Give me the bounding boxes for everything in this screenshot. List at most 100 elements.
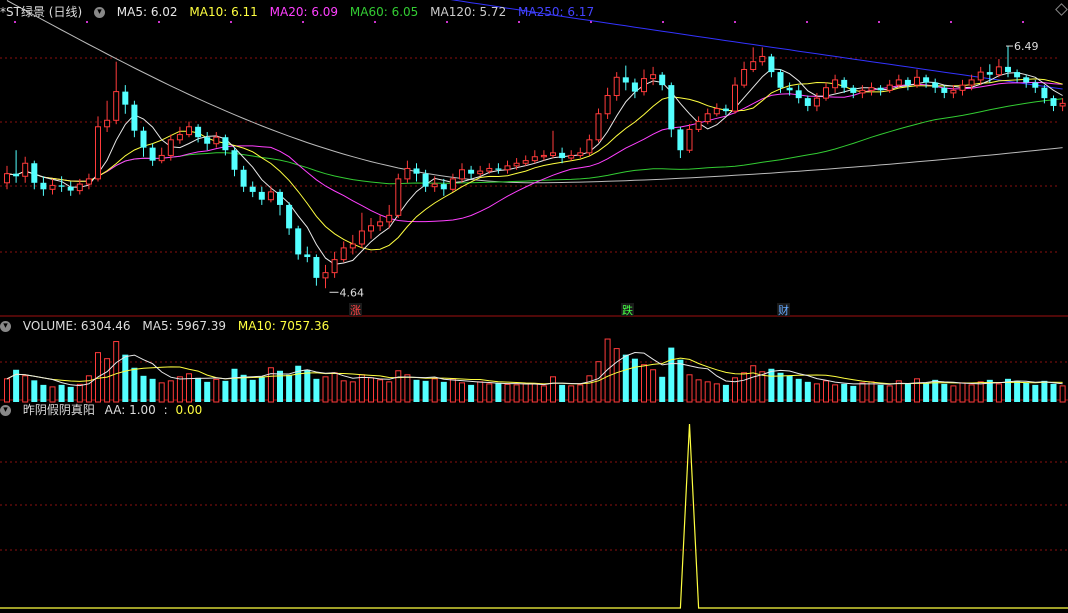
volume-bar xyxy=(1041,380,1048,402)
candle-body xyxy=(531,156,538,162)
candle-body xyxy=(486,167,493,172)
candle-body xyxy=(231,150,238,170)
candle-body xyxy=(577,152,584,156)
candle-body xyxy=(422,173,429,187)
candle-body xyxy=(358,230,365,245)
top-dot xyxy=(86,21,88,23)
volume-bar xyxy=(4,378,10,403)
volume-bar xyxy=(1014,380,1021,402)
candle-body xyxy=(895,79,902,86)
volume-bar xyxy=(659,376,666,402)
ma60-label: MA60: 6.05 xyxy=(349,5,419,19)
indicator-name[interactable]: 昨阴假阴真阳 xyxy=(23,403,95,417)
candle-body xyxy=(158,154,165,162)
volume-bar xyxy=(76,383,83,403)
top-dot xyxy=(302,21,304,23)
kline-chart[interactable]: 6.49 4.64 涨 跌 财 xyxy=(0,0,1068,613)
volume-bar xyxy=(131,367,138,402)
candle-body xyxy=(4,173,10,184)
volume-bar xyxy=(795,378,802,402)
candle-body xyxy=(750,61,757,70)
volume-bar xyxy=(504,383,511,403)
candle-body xyxy=(732,84,738,112)
volume-bar xyxy=(249,379,256,402)
volume-bar xyxy=(904,383,911,402)
top-dot xyxy=(662,21,664,23)
candle-body xyxy=(659,74,666,86)
volume-bar xyxy=(914,378,920,403)
candle-body xyxy=(795,90,802,99)
top-dot xyxy=(1022,21,1024,23)
ma250-label: MA250: 6.17 xyxy=(518,5,595,19)
ma120-label: MA120: 5.72 xyxy=(430,5,507,19)
volume-bar xyxy=(859,382,866,403)
candle-body xyxy=(722,108,729,112)
volume-bar xyxy=(158,382,165,403)
volume-bar xyxy=(823,380,829,403)
chevron-down-icon[interactable]: ▾ xyxy=(0,405,11,416)
candle-body xyxy=(31,163,38,183)
volume-bar xyxy=(440,381,447,402)
volume-bar xyxy=(231,368,238,402)
volume-bar xyxy=(449,378,456,403)
ma5-line xyxy=(6,68,1063,265)
candle-body xyxy=(204,137,211,144)
candle-body xyxy=(1050,98,1057,106)
candle-body xyxy=(186,126,192,136)
candle-body xyxy=(768,56,775,73)
volume-bar xyxy=(58,384,65,402)
candle-body xyxy=(622,77,629,83)
candle-body xyxy=(650,74,657,80)
volume-bar xyxy=(1023,382,1030,402)
volume-bar xyxy=(377,379,384,403)
candle-body xyxy=(550,152,556,156)
volume-bar xyxy=(195,377,202,402)
candle-body xyxy=(677,129,684,151)
candle-body xyxy=(413,168,420,174)
volume-bar xyxy=(777,372,784,402)
volume-bar xyxy=(950,385,957,403)
volume-bar xyxy=(304,369,311,402)
volume-bar xyxy=(759,371,766,403)
volume-bar xyxy=(258,376,265,402)
volume-bar xyxy=(22,375,29,403)
candle-body xyxy=(504,165,511,171)
candle-body xyxy=(377,221,384,227)
chevron-down-icon[interactable]: ▾ xyxy=(0,321,11,332)
volume-bar xyxy=(486,383,493,403)
chevron-down-icon[interactable]: ▾ xyxy=(93,7,105,18)
candle-body xyxy=(695,121,702,130)
volume-bar xyxy=(67,386,74,402)
volume-bar xyxy=(977,381,984,403)
volume-bar xyxy=(395,370,402,403)
candle-body xyxy=(1023,77,1030,83)
volume-bar xyxy=(459,382,465,403)
volume-bar xyxy=(686,374,693,403)
stock-title[interactable]: *ST绿景 (日线) xyxy=(0,5,82,19)
volume-bar xyxy=(349,381,356,403)
candle-body xyxy=(477,170,484,175)
volume-bar xyxy=(677,359,684,402)
candle-body xyxy=(40,182,47,190)
candle-body xyxy=(941,87,948,93)
volume-bar xyxy=(850,385,857,402)
volume-bar xyxy=(813,383,820,403)
candle-body xyxy=(968,79,975,86)
candle-body xyxy=(923,77,930,83)
volume-bar xyxy=(641,364,647,403)
aa-value: 0.00 xyxy=(175,403,203,417)
volume-bar xyxy=(968,384,975,403)
candle-body xyxy=(404,167,411,180)
top-dot xyxy=(950,21,952,23)
candle-body xyxy=(704,113,711,123)
volume-bar xyxy=(741,372,748,403)
volume-bar xyxy=(713,383,720,403)
candle-body xyxy=(868,87,875,91)
volume-bar xyxy=(522,383,529,403)
volume-bar xyxy=(49,386,56,403)
volume-bar xyxy=(941,383,948,402)
volume-panel-header: ▾ VOLUME: 6304.46 MA5: 5967.39 MA10: 705… xyxy=(0,318,337,334)
candle-body xyxy=(1014,72,1021,78)
volume-bar xyxy=(768,368,775,402)
volume-bar xyxy=(750,365,757,403)
